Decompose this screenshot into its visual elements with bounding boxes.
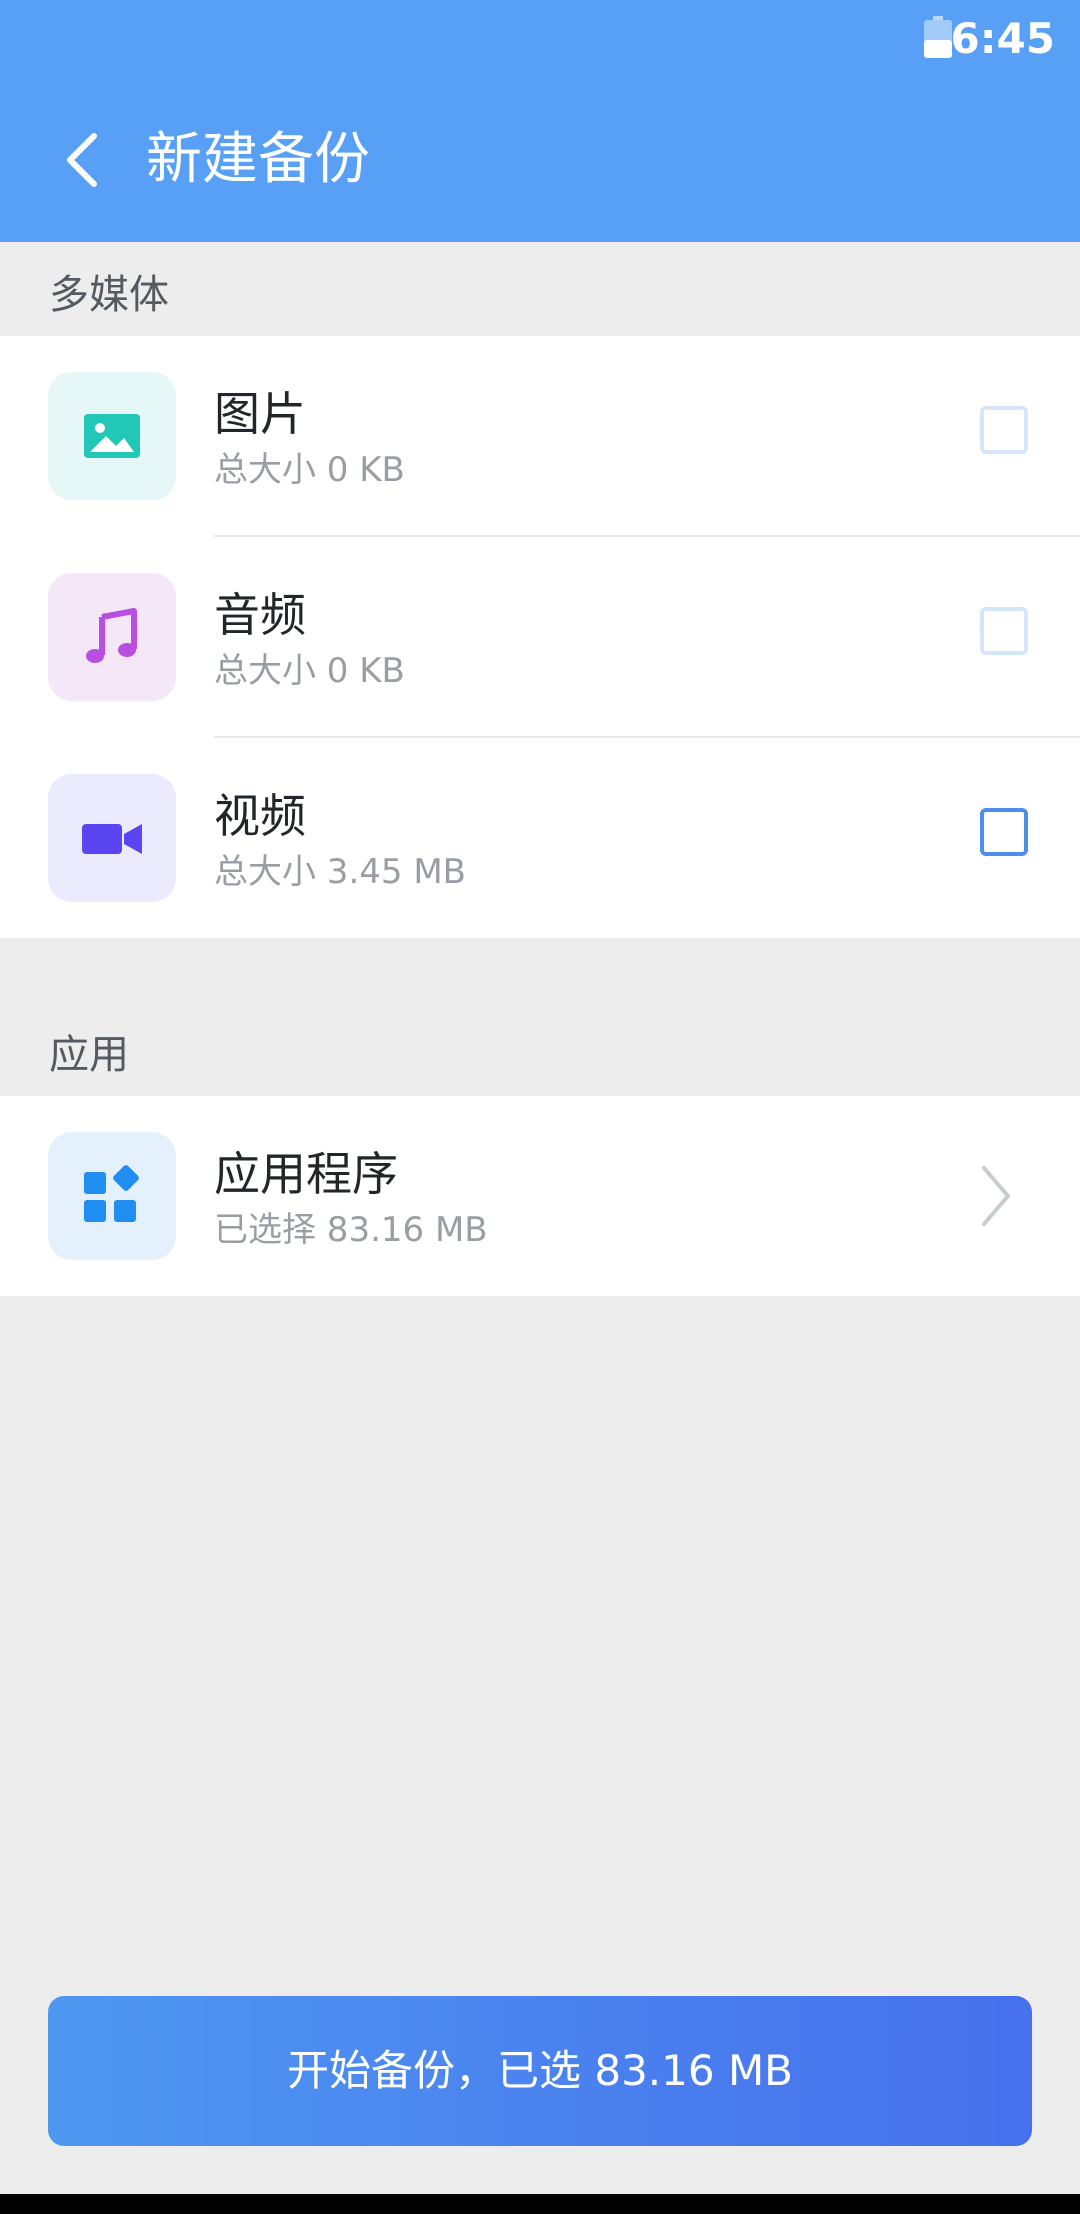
app-bar: 6:45 新建备份 <box>0 0 1080 242</box>
list-item-subtitle: 已选择 83.16 MB <box>214 1210 488 1250</box>
page-title: 新建备份 <box>146 127 370 192</box>
section-label-apps: 应用 <box>49 1032 129 1078</box>
chevron-right-icon <box>982 1166 1010 1226</box>
media-card: 图片 总大小 0 KB 音频 总大小 0 KB 视频 总大小 3.45 MB <box>0 336 1080 938</box>
apps-card: 应用程序 已选择 83.16 MB <box>0 1096 1080 1296</box>
list-item-subtitle: 总大小 0 KB <box>214 450 405 490</box>
section-label-media: 多媒体 <box>49 272 169 318</box>
apps-icon <box>84 1165 139 1222</box>
image-icon-box <box>48 372 176 500</box>
battery-icon <box>924 16 952 58</box>
apps-icon-box <box>48 1132 176 1260</box>
video-icon-box <box>48 774 176 902</box>
list-item-apps[interactable]: 应用程序 已选择 83.16 MB <box>0 1096 1080 1296</box>
list-item-title: 视频 <box>214 789 306 843</box>
video-camera-icon <box>82 824 142 854</box>
back-icon[interactable] <box>60 128 104 192</box>
list-item-title: 音频 <box>214 588 306 642</box>
list-item-video[interactable]: 视频 总大小 3.45 MB <box>0 738 1080 938</box>
start-backup-button[interactable]: 开始备份，已选 83.16 MB <box>48 1996 1032 2146</box>
list-item-audio[interactable]: 音频 总大小 0 KB <box>0 537 1080 737</box>
list-item-subtitle: 总大小 0 KB <box>214 651 405 691</box>
music-note-icon <box>86 608 137 663</box>
list-item-subtitle: 总大小 3.45 MB <box>214 852 466 892</box>
image-icon <box>84 414 140 458</box>
list-item-images[interactable]: 图片 总大小 0 KB <box>0 336 1080 536</box>
navigation-bar <box>0 2194 1080 2214</box>
list-item-title: 图片 <box>214 387 306 441</box>
images-checkbox[interactable] <box>980 406 1028 454</box>
audio-checkbox[interactable] <box>980 607 1028 655</box>
list-item-title: 应用程序 <box>214 1147 398 1201</box>
music-icon-box <box>48 573 176 701</box>
video-checkbox[interactable] <box>980 808 1028 856</box>
status-time: 6:45 <box>950 14 1055 63</box>
